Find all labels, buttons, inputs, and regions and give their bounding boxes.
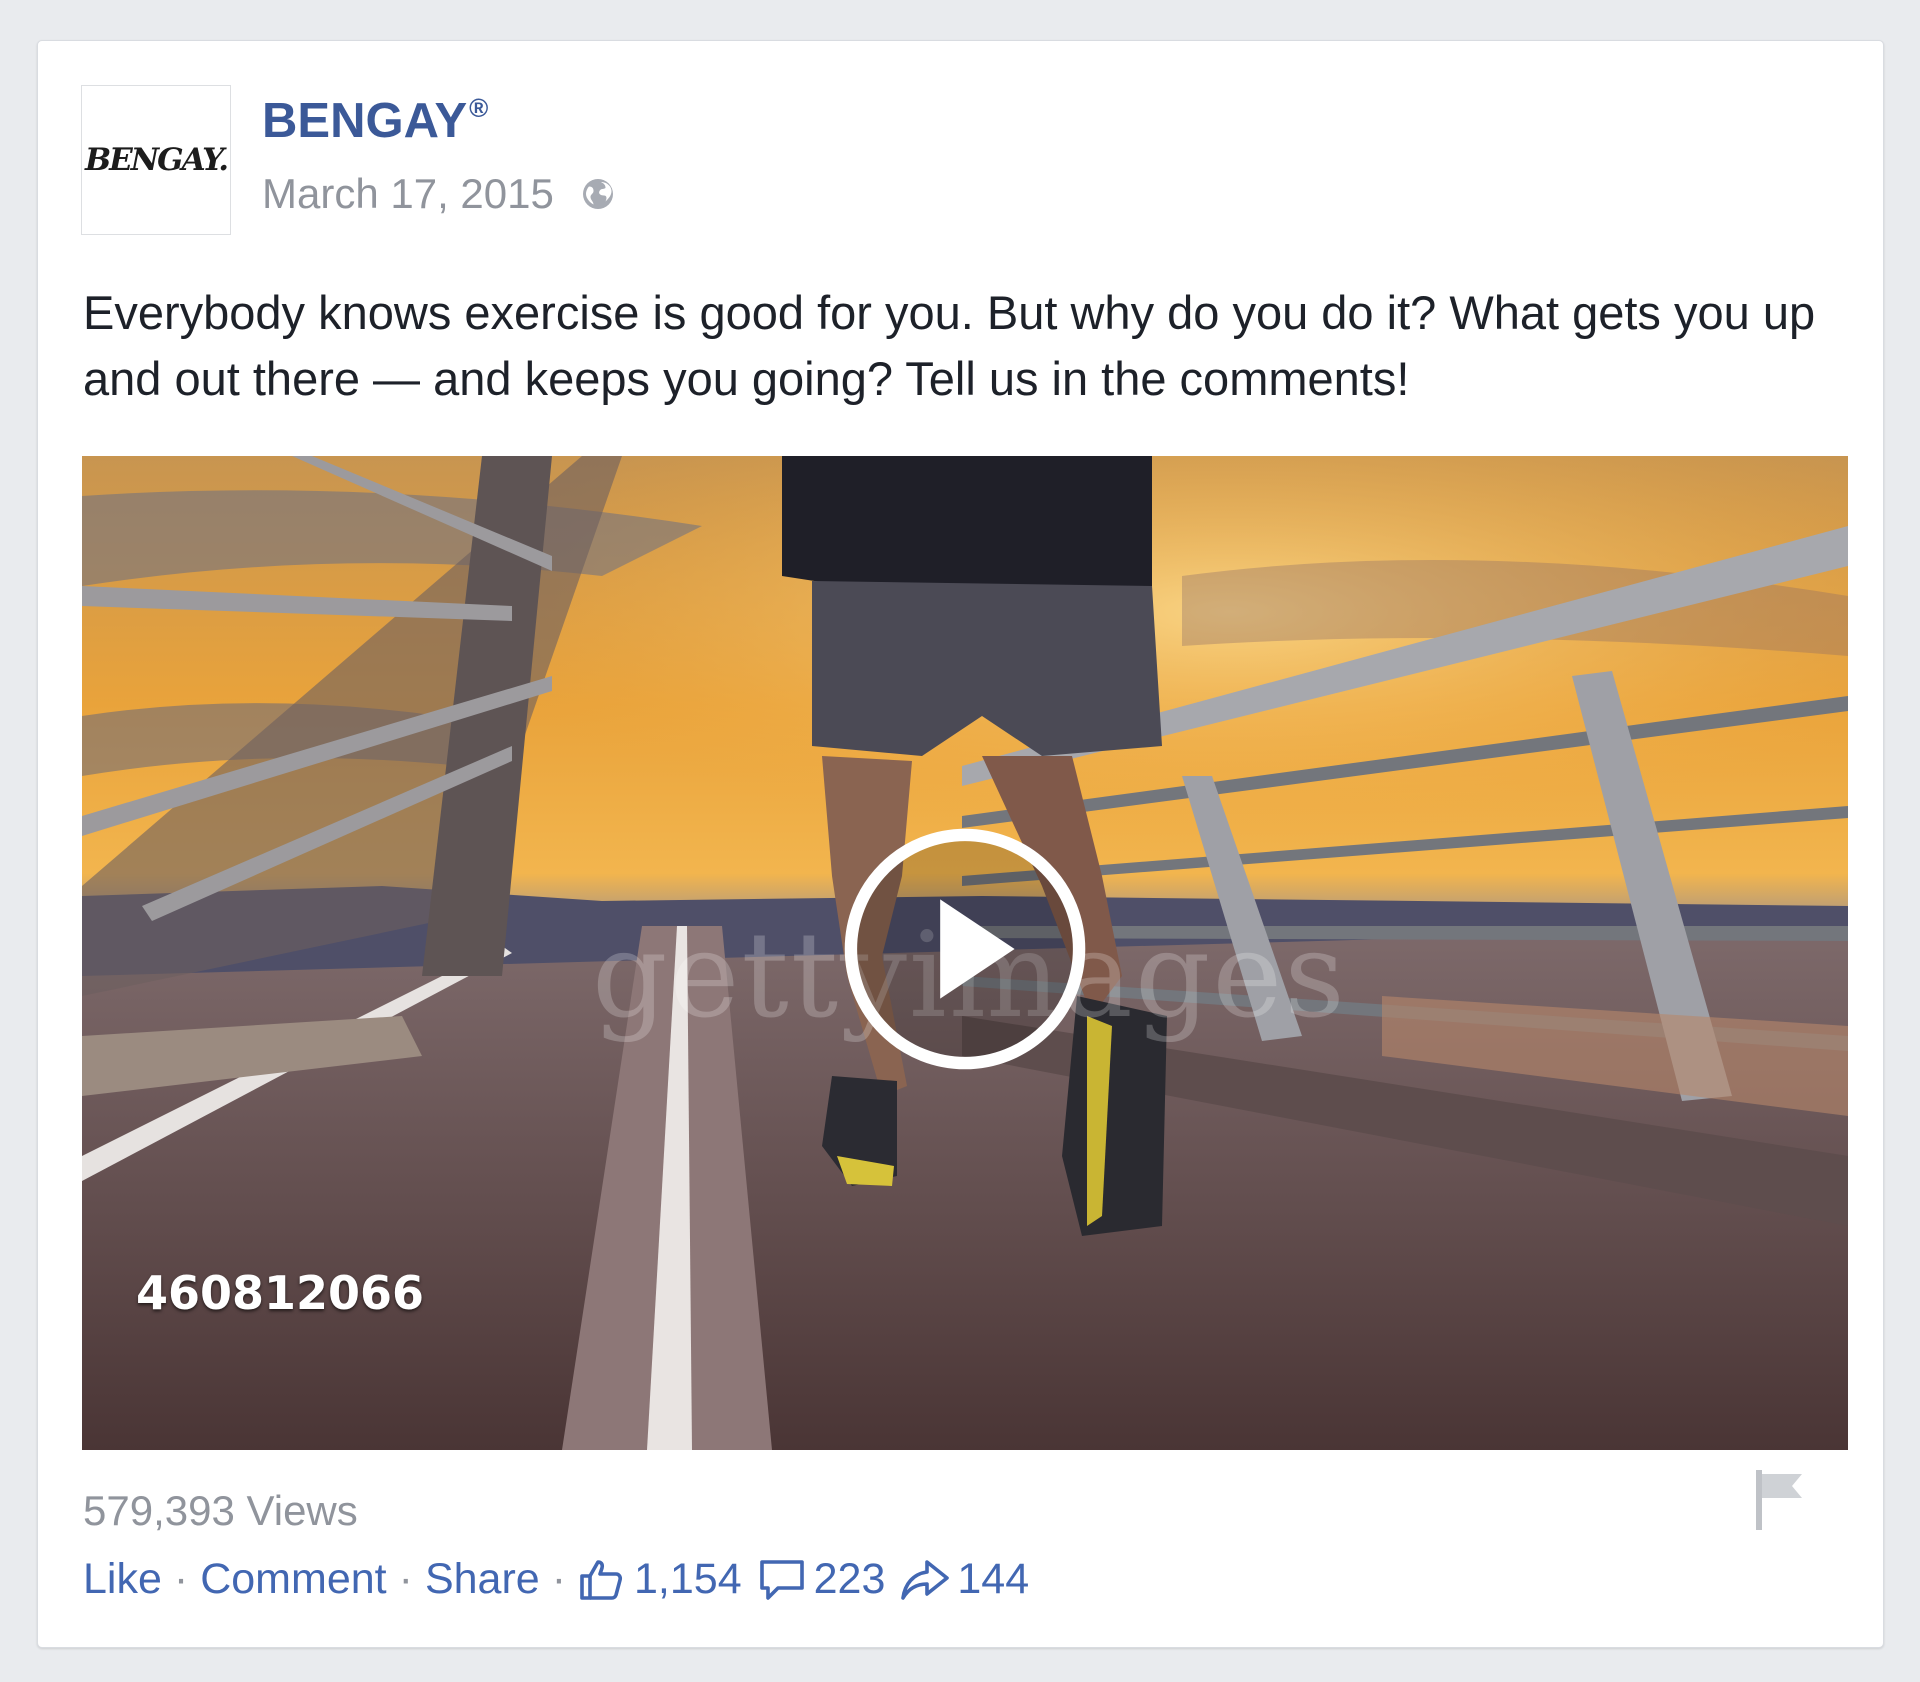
flag-icon[interactable] bbox=[1752, 1468, 1808, 1530]
page-avatar[interactable]: BENGAY. bbox=[81, 85, 231, 235]
video-player[interactable]: gettyimages 460812066 bbox=[82, 456, 1848, 1450]
separator: · bbox=[173, 1555, 189, 1603]
globe-icon[interactable] bbox=[580, 176, 616, 212]
share-link[interactable]: Share bbox=[425, 1555, 540, 1604]
page-name-link[interactable]: BENGAY® bbox=[262, 93, 488, 149]
registered-mark: ® bbox=[469, 93, 489, 123]
share-count-stat[interactable]: 144 bbox=[901, 1555, 1029, 1604]
like-count-stat[interactable]: 1,154 bbox=[578, 1555, 742, 1604]
action-bar: Like · Comment · Share · 1,154 223 144 bbox=[83, 1555, 1029, 1604]
post-timestamp[interactable]: March 17, 2015 bbox=[262, 170, 616, 218]
comment-count: 223 bbox=[813, 1555, 886, 1603]
avatar-logo: BENGAY. bbox=[84, 142, 229, 178]
view-count: 579,393 Views bbox=[83, 1487, 358, 1534]
share-arrow-icon bbox=[901, 1559, 950, 1600]
like-count: 1,154 bbox=[634, 1555, 742, 1603]
play-icon[interactable] bbox=[841, 825, 1089, 1073]
share-count: 144 bbox=[957, 1555, 1030, 1603]
like-link[interactable]: Like bbox=[83, 1555, 162, 1604]
comment-count-stat[interactable]: 223 bbox=[758, 1555, 886, 1604]
separator: · bbox=[398, 1555, 413, 1603]
post-card: BENGAY. BENGAY® March 17, 2015 Everybody… bbox=[37, 40, 1884, 1648]
comment-link[interactable]: Comment bbox=[200, 1555, 386, 1604]
page-name: BENGAY bbox=[262, 94, 468, 148]
stock-id: 460812066 bbox=[136, 1266, 425, 1320]
post-message: Everybody knows exercise is good for you… bbox=[83, 286, 1816, 405]
comment-bubble-icon bbox=[759, 1559, 804, 1600]
separator: · bbox=[551, 1555, 567, 1603]
thumbs-up-icon bbox=[580, 1559, 623, 1600]
post-date: March 17, 2015 bbox=[262, 170, 554, 217]
